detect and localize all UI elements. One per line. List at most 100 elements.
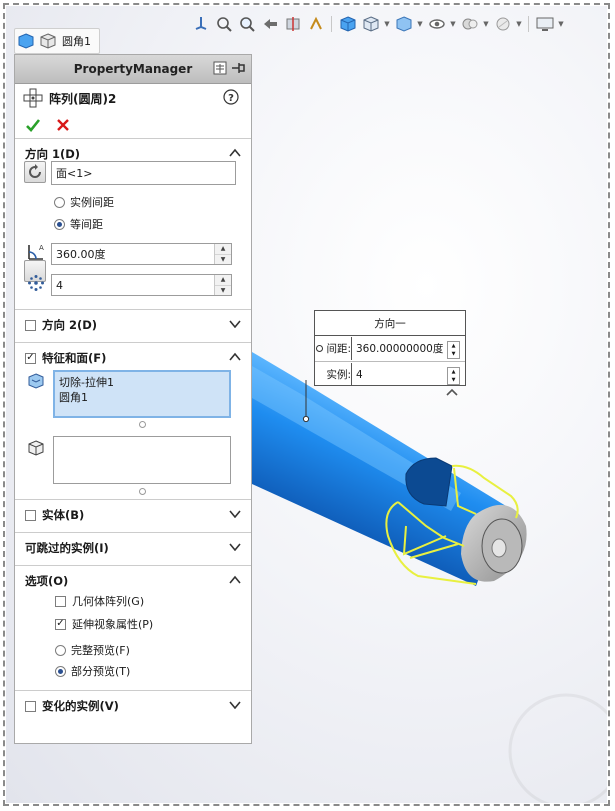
spin-down-icon[interactable]: ▼ [448,376,459,384]
section-direction-2-header[interactable]: 方向 2(D) [15,310,251,340]
rotate-axis-button[interactable] [24,161,46,183]
radio-instance-spacing[interactable]: 实例间距 [54,191,114,213]
full-preview-option[interactable]: 完整预览(F) [55,639,130,661]
cancel-x-icon[interactable] [55,117,71,133]
propagate-visual-label[interactable]: 延伸视象属性(P) [72,616,153,632]
radio-equal-spacing-button[interactable] [54,218,65,230]
zoom-to-fit-icon[interactable] [213,14,234,35]
chevron-up-icon[interactable] [229,148,241,157]
view-settings-icon[interactable] [534,14,555,35]
chevron-down-icon[interactable]: ▼ [515,20,523,28]
chevron-down-icon[interactable]: ▼ [557,20,565,28]
chevron-down-icon[interactable] [229,319,241,328]
radio-instance-spacing-button[interactable] [54,196,65,208]
features-list-item[interactable]: 切除-拉伸1 [59,375,225,390]
view-cube-icon[interactable] [337,14,358,35]
zoom-area-icon[interactable] [236,14,257,35]
callout-instances-input[interactable]: 4 ▲ ▼ [351,363,464,386]
partial-preview-label[interactable]: 部分预览(T) [71,663,130,679]
callout-spacing-input[interactable]: 360.00000000度 ▲ ▼ [351,337,464,360]
callout-spacing-spinner[interactable]: ▲ ▼ [447,341,460,359]
radio-equal-spacing-label[interactable]: 等间距 [70,216,103,232]
pin-icon[interactable] [231,60,245,76]
chevron-down-icon[interactable]: ▼ [383,20,391,28]
callout-spacing-value[interactable]: 360.00000000度 [356,341,443,356]
instance-count-value[interactable]: 4 [56,279,63,292]
chevron-down-icon[interactable] [229,700,241,709]
chevron-up-icon[interactable] [229,575,241,584]
apply-scene-icon[interactable] [492,14,513,35]
list-resize-grip[interactable] [139,488,146,495]
chevron-down-icon[interactable]: ▼ [482,20,490,28]
section-features-faces-title: 特征和面(F) [42,351,107,365]
chevron-down-icon[interactable] [229,542,241,551]
section-direction-2-title: 方向 2(D) [42,318,98,332]
features-list[interactable]: 切除-拉伸1 圆角1 [53,370,231,418]
section-options: 选项(O) 几何体阵列(G) ✓ 延伸视象属性(P) 完整预览(F) 部分预览(… [15,565,251,690]
list-resize-grip[interactable] [139,421,146,428]
varying-instances-checkbox[interactable] [25,700,36,712]
geometry-pattern-checkbox[interactable] [55,595,66,607]
breadcrumb-label[interactable]: 圆角1 [62,33,91,49]
rotate-icon [29,164,41,178]
help-icon[interactable]: ? [223,89,239,105]
partial-preview-option[interactable]: 部分预览(T) [55,660,130,682]
view-orient-cube-icon[interactable] [360,14,381,35]
instance-count-spinner[interactable]: ▲ ▼ [214,275,231,295]
section-skip-instances-header[interactable]: 可跳过的实例(I) [15,533,251,563]
spin-up-icon[interactable]: ▲ [215,275,231,286]
chevron-down-icon[interactable]: ▼ [449,20,457,28]
instance-count-input[interactable]: 4 ▲ ▼ [51,274,232,296]
svg-text:A: A [39,244,44,252]
bodies-checkbox[interactable] [25,509,36,521]
ok-checkmark-icon[interactable] [25,117,41,133]
previous-view-icon[interactable] [259,14,280,35]
features-faces-checkbox[interactable]: ✓ [25,352,36,364]
section-bodies-header[interactable]: 实体(B) [15,500,251,530]
ok-cancel-row [15,112,251,138]
spin-up-icon[interactable]: ▲ [215,244,231,255]
propagate-visual-checkbox[interactable]: ✓ [55,618,66,630]
callout-instances-value[interactable]: 4 [356,369,363,381]
angle-value[interactable]: 360.00度 [56,246,106,262]
chevron-up-icon[interactable] [229,352,241,361]
direction-2-checkbox[interactable] [25,319,36,331]
faces-list[interactable] [53,436,231,484]
callout-instances-row: 实例: 4 ▲ ▼ [315,361,465,387]
spin-down-icon[interactable]: ▼ [215,286,231,296]
radio-equal-spacing[interactable]: 等间距 [54,213,103,235]
spin-down-icon[interactable]: ▼ [448,350,459,358]
angle-spinner[interactable]: ▲ ▼ [214,244,231,264]
breadcrumb[interactable]: 圆角1 [14,28,100,54]
radio-instance-spacing-label[interactable]: 实例间距 [70,194,114,210]
propagate-visual-option[interactable]: ✓ 延伸视象属性(P) [55,613,153,635]
view-orientation-icon[interactable] [190,14,211,35]
part-icon[interactable] [18,33,34,49]
chevron-down-icon[interactable]: ▼ [416,20,424,28]
display-style-icon[interactable] [393,14,414,35]
geometry-pattern-label[interactable]: 几何体阵列(G) [72,593,144,609]
callout-instances-spinner[interactable]: ▲ ▼ [447,367,460,385]
spin-up-icon[interactable]: ▲ [448,368,459,376]
full-preview-label[interactable]: 完整预览(F) [71,642,130,658]
callout-collapse-icon[interactable] [446,386,458,399]
partial-preview-radio[interactable] [55,665,66,677]
section-skip-instances-title: 可跳过的实例(I) [25,541,109,555]
spin-up-icon[interactable]: ▲ [448,342,459,350]
full-preview-radio[interactable] [55,644,66,656]
chevron-down-icon[interactable] [229,509,241,518]
dynamic-annotation-icon[interactable] [305,14,326,35]
edit-appearance-icon[interactable] [459,14,480,35]
angle-input[interactable]: 360.00度 ▲ ▼ [51,243,232,265]
detail-preview-icon[interactable] [212,60,228,76]
section-varying-instances-header[interactable]: 变化的实例(V) [15,691,251,721]
geometry-pattern-option[interactable]: 几何体阵列(G) [55,590,144,612]
axis-selection-field[interactable]: 面<1> [51,161,236,185]
fillet-feature-icon[interactable] [40,33,56,49]
spin-down-icon[interactable]: ▼ [215,255,231,265]
hide-show-icon[interactable] [426,14,447,35]
section-view-icon[interactable] [282,14,303,35]
property-manager: PropertyManager 阵列(圆周)2 ? 方向 1(D) 面<1> 实… [14,54,252,744]
features-list-item[interactable]: 圆角1 [59,390,225,405]
section-features-faces-header[interactable]: ✓ 特征和面(F) [15,343,251,373]
